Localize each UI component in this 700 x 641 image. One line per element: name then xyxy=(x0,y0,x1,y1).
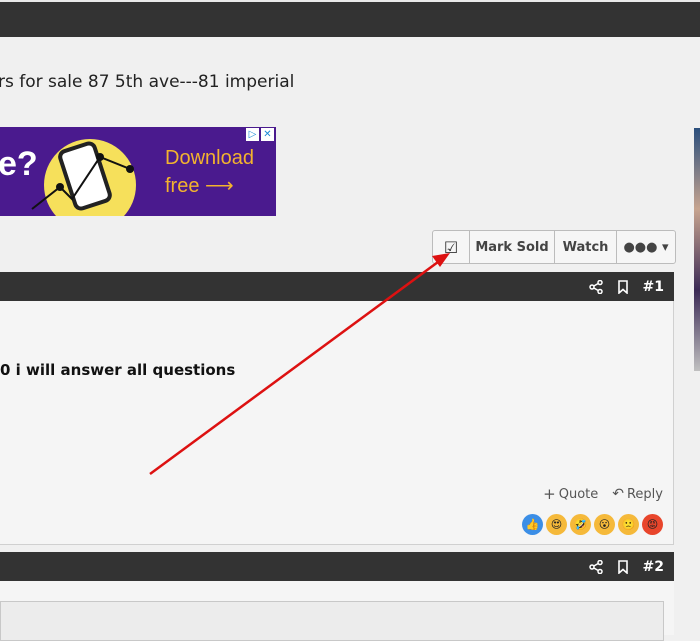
post-body xyxy=(0,581,674,641)
share-icon[interactable] xyxy=(588,559,603,574)
post-number[interactable]: #1 xyxy=(643,279,664,295)
post-header: #1 xyxy=(0,272,674,301)
watch-button[interactable]: Watch xyxy=(555,231,617,263)
mark-sold-button[interactable]: Mark Sold xyxy=(470,231,555,263)
love-icon[interactable]: 😍 xyxy=(546,514,567,535)
post-message: 0 i will answer all questions xyxy=(0,361,236,379)
sad-icon[interactable]: 🙁 xyxy=(618,514,639,535)
advertisement-banner[interactable]: e? Download free ⟶ ▷ ✕ xyxy=(0,127,276,216)
reply-icon: ↶ xyxy=(612,486,624,502)
bookmark-icon[interactable] xyxy=(617,279,629,294)
top-navigation-bar xyxy=(0,0,700,37)
ad-free-text: free ⟶ xyxy=(165,175,234,197)
reaction-bar: 👍 😍 🤣 😮 🙁 😡 xyxy=(522,514,663,535)
wow-icon[interactable]: 😮 xyxy=(594,514,615,535)
select-checkbox[interactable]: ☑ xyxy=(433,231,470,263)
bookmark-icon[interactable] xyxy=(617,559,629,574)
reply-label: Reply xyxy=(626,486,663,502)
plus-icon: + xyxy=(543,485,556,503)
ad-close-icon[interactable]: ✕ xyxy=(261,128,274,141)
haha-icon[interactable]: 🤣 xyxy=(570,514,591,535)
thread-action-toolbar: ☑ Mark Sold Watch ●●● ▾ xyxy=(432,230,676,264)
post-actions: + Quote ↶ Reply xyxy=(543,485,663,503)
ad-info-icon[interactable]: ▷ xyxy=(246,128,259,141)
reply-button[interactable]: ↶ Reply xyxy=(612,485,663,503)
post-number[interactable]: #2 xyxy=(643,559,664,575)
quote-button[interactable]: + Quote xyxy=(543,485,598,503)
sidebar-image-edge xyxy=(694,128,700,371)
ad-chart-illustration xyxy=(31,153,134,210)
like-icon[interactable]: 👍 xyxy=(522,514,543,535)
more-options-button[interactable]: ●●● ▾ xyxy=(617,231,675,263)
quote-label: Quote xyxy=(558,486,599,502)
ad-choices-badge[interactable]: ▷ ✕ xyxy=(246,128,274,141)
quoted-content-box xyxy=(0,601,664,641)
post-body: 0 i will answer all questions + Quote ↶ … xyxy=(0,301,674,545)
share-icon[interactable] xyxy=(588,279,603,294)
ad-download-text: Download xyxy=(165,147,254,169)
checkbox-icon: ☑ xyxy=(443,237,459,257)
angry-icon[interactable]: 😡 xyxy=(642,514,663,535)
thread-title: rs for sale 87 5th ave---81 imperial xyxy=(0,72,295,92)
post-header: #2 xyxy=(0,552,674,581)
